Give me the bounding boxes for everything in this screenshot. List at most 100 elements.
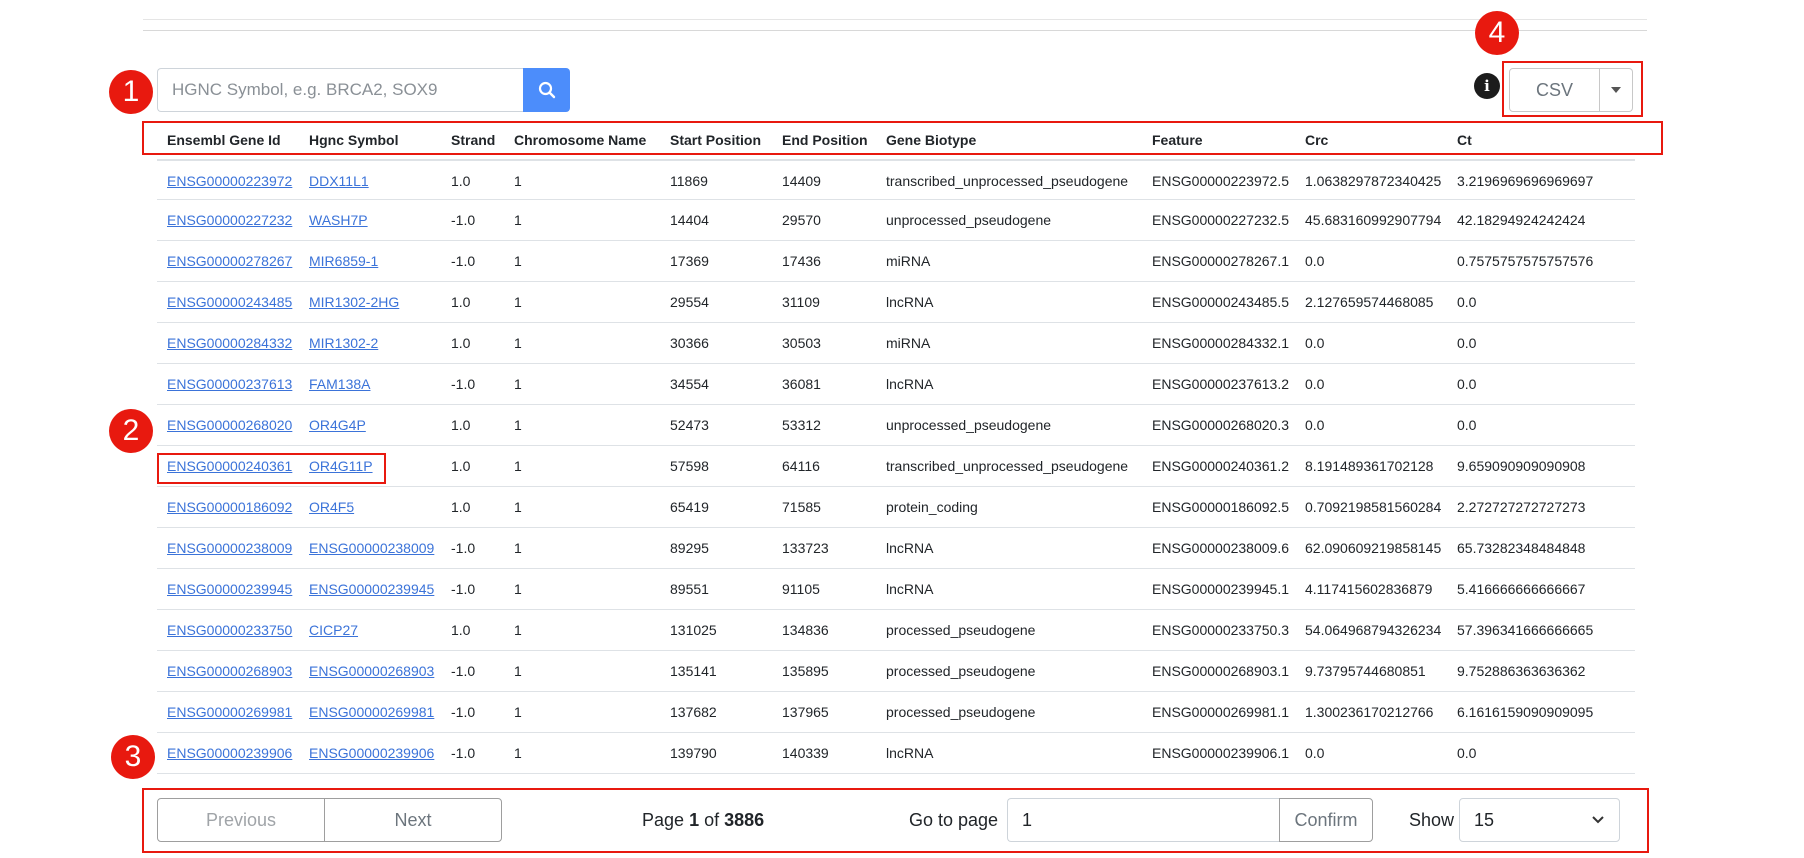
column-header[interactable]: Ensembl Gene Id <box>167 132 281 148</box>
ensembl-gene-link[interactable]: ENSG00000268903 <box>167 663 292 679</box>
search-input[interactable] <box>157 68 523 112</box>
hgnc-symbol-link[interactable]: ENSG00000239945 <box>309 581 434 597</box>
table-cell: 1 <box>514 376 522 392</box>
ensembl-gene-link[interactable]: ENSG00000239906 <box>167 745 292 761</box>
hgnc-symbol-link[interactable]: WASH7P <box>309 212 368 228</box>
table-cell: ENSG00000186092.5 <box>1152 499 1289 515</box>
hgnc-symbol-link[interactable]: MIR1302-2HG <box>309 294 399 310</box>
table-cell: 1.0638297872340425 <box>1305 173 1442 189</box>
column-header[interactable]: Crc <box>1305 132 1328 148</box>
export-format-toggle[interactable] <box>1600 68 1633 112</box>
hgnc-symbol-link[interactable]: ENSG00000268903 <box>309 663 434 679</box>
column-header[interactable]: Gene Biotype <box>886 132 976 148</box>
table-cell: 1 <box>514 294 522 310</box>
page-prefix: Page <box>642 810 685 830</box>
annotation-marker-2: 2 <box>109 409 153 453</box>
page-size-select[interactable]: 15 <box>1459 798 1620 842</box>
ensembl-gene-link[interactable]: ENSG00000186092 <box>167 499 292 515</box>
hgnc-symbol-link[interactable]: ENSG00000238009 <box>309 540 434 556</box>
table-cell: 0.0 <box>1305 745 1325 761</box>
ensembl-gene-link[interactable]: ENSG00000227232 <box>167 212 292 228</box>
table-cell: transcribed_unprocessed_pseudogene <box>886 458 1129 474</box>
ensembl-gene-link[interactable]: ENSG00000278267 <box>167 253 292 269</box>
table-cell: 137965 <box>782 704 829 720</box>
column-header[interactable]: End Position <box>782 132 868 148</box>
table-cell: 1.0 <box>451 499 471 515</box>
table-cell: 0.0 <box>1457 294 1477 310</box>
table-cell: 34554 <box>670 376 709 392</box>
hgnc-symbol-link[interactable]: ENSG00000269981 <box>309 704 434 720</box>
table-cell: 1.0 <box>451 294 471 310</box>
next-button[interactable]: Next <box>324 798 502 842</box>
table-row: ENSG00000239945 ENSG00000239945 -1.0 1 89551… <box>157 569 1635 610</box>
hgnc-symbol-link[interactable]: OR4G4P <box>309 417 366 433</box>
hgnc-symbol-link[interactable]: OR4G11P <box>309 458 373 474</box>
column-header[interactable]: Hgnc Symbol <box>309 132 398 148</box>
table-row: ENSG00000269981 ENSG00000269981 -1.0 1 13768… <box>157 692 1635 733</box>
hgnc-symbol-link[interactable]: OR4F5 <box>309 499 354 515</box>
table-cell: 42.18294924242424 <box>1457 212 1586 228</box>
hgnc-symbol-link[interactable]: MIR6859-1 <box>309 253 378 269</box>
confirm-button[interactable]: Confirm <box>1279 798 1373 842</box>
ensembl-gene-link[interactable]: ENSG00000243485 <box>167 294 292 310</box>
table-row: ENSG00000240361 OR4G11P 1.0 1 57598 64116 tran… <box>157 446 1635 487</box>
ensembl-gene-link[interactable]: ENSG00000269981 <box>167 704 292 720</box>
table-cell: processed_pseudogene <box>886 622 1036 638</box>
info-icon[interactable]: i <box>1474 73 1500 99</box>
table-cell: miRNA <box>886 253 931 269</box>
column-header[interactable]: Start Position <box>670 132 761 148</box>
table-cell: -1.0 <box>451 376 476 392</box>
table-cell: 1 <box>514 335 522 351</box>
table-cell: 71585 <box>782 499 821 515</box>
table-row: ENSG00000284332 MIR1302-2 1.0 1 30366 30503 mi… <box>157 323 1635 364</box>
goto-label: Go to page <box>909 810 999 830</box>
hgnc-symbol-link[interactable]: ENSG00000239906 <box>309 745 434 761</box>
ensembl-gene-link[interactable]: ENSG00000233750 <box>167 622 292 638</box>
ensembl-gene-link[interactable]: ENSG00000238009 <box>167 540 292 556</box>
table-cell: 57598 <box>670 458 709 474</box>
ensembl-gene-link[interactable]: ENSG00000223972 <box>167 173 292 189</box>
table-cell: 11869 <box>670 173 708 189</box>
table-cell: 1 <box>514 540 522 556</box>
column-header[interactable]: Chromosome Name <box>514 132 646 148</box>
column-header[interactable]: Ct <box>1457 132 1472 148</box>
hgnc-symbol-link[interactable]: CICP27 <box>309 622 358 638</box>
table-cell: ENSG00000278267.1 <box>1152 253 1289 269</box>
table-cell: 30366 <box>670 335 709 351</box>
table-cell: lncRNA <box>886 376 934 392</box>
table-cell: ENSG00000284332.1 <box>1152 335 1289 351</box>
table-row: ENSG00000186092 OR4F5 1.0 1 65419 71585 protei… <box>157 487 1635 528</box>
table-cell: 53312 <box>782 417 821 433</box>
table-row: ENSG00000237613 FAM138A -1.0 1 34554 36081 lnc… <box>157 364 1635 405</box>
goto-page-input[interactable] <box>1007 798 1280 842</box>
table-cell: 45.683160992907794 <box>1305 212 1442 228</box>
hgnc-symbol-link[interactable]: DDX11L1 <box>309 173 369 189</box>
table-row: ENSG00000227232 WASH7P -1.0 1 14404 29570 unpr… <box>157 200 1635 241</box>
export-dropdown: CSV <box>1509 68 1633 112</box>
column-header[interactable]: Strand <box>451 132 495 148</box>
table-cell: transcribed_unprocessed_pseudogene <box>886 173 1129 189</box>
column-header[interactable]: Feature <box>1152 132 1203 148</box>
table-cell: 1 <box>514 417 522 433</box>
table-row: ENSG00000233750 CICP27 1.0 1 131025 134836 pro… <box>157 610 1635 651</box>
csv-export-button[interactable]: CSV <box>1509 68 1600 112</box>
search-button[interactable] <box>523 68 570 112</box>
table-cell: 9.73795744680851 <box>1305 663 1426 679</box>
previous-button[interactable]: Previous <box>157 798 325 842</box>
ensembl-gene-link[interactable]: ENSG00000268020 <box>167 417 292 433</box>
table-cell: 1 <box>514 704 522 720</box>
ensembl-gene-link[interactable]: ENSG00000239945 <box>167 581 292 597</box>
hgnc-symbol-link[interactable]: FAM138A <box>309 376 370 392</box>
table-row: ENSG00000268903 ENSG00000268903 -1.0 1 13514… <box>157 651 1635 692</box>
table-cell: 65.73282348484848 <box>1457 540 1586 556</box>
table-cell: -1.0 <box>451 581 476 597</box>
table-cell: 29554 <box>670 294 709 310</box>
hgnc-symbol-link[interactable]: MIR1302-2 <box>309 335 378 351</box>
table-row: ENSG00000278267 MIR6859-1 -1.0 1 17369 17436 m… <box>157 241 1635 282</box>
annotation-marker-3: 3 <box>111 735 155 779</box>
ensembl-gene-link[interactable]: ENSG00000284332 <box>167 335 292 351</box>
ensembl-gene-link[interactable]: ENSG00000237613 <box>167 376 292 392</box>
table-cell: 89551 <box>670 581 709 597</box>
table-cell: 139790 <box>670 745 717 761</box>
ensembl-gene-link[interactable]: ENSG00000240361 <box>167 458 292 474</box>
